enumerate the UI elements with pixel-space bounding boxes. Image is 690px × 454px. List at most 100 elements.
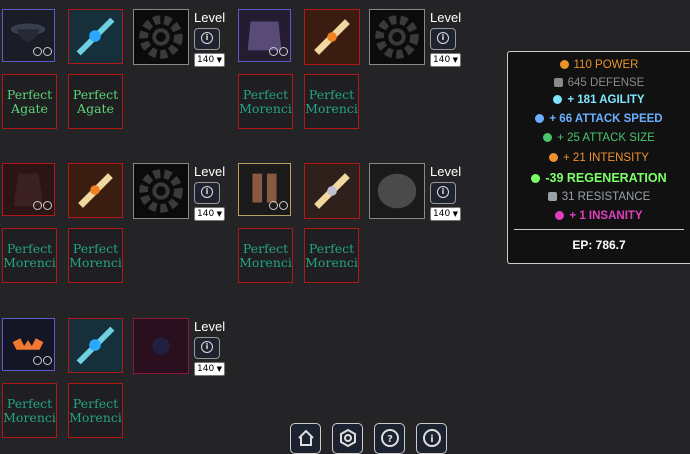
- chevron-down-icon: ▼: [216, 56, 222, 64]
- gem-slot[interactable]: Perfect Morenci: [304, 74, 359, 129]
- enchant-dots: [32, 41, 52, 60]
- level-label: Level: [194, 10, 226, 25]
- info-icon: i: [437, 32, 449, 44]
- stat-insanity: + 1 INSANITY: [508, 210, 690, 222]
- equip-slot-blurred[interactable]: [369, 163, 425, 219]
- equip-slot-boots[interactable]: [238, 163, 291, 216]
- gem-name-line2: Morenci: [239, 254, 292, 270]
- gem-name-line2: Agate: [77, 100, 114, 116]
- nav-settings-button[interactable]: [332, 423, 363, 454]
- blue-scroll-icon: [69, 319, 122, 372]
- info-button[interactable]: i: [430, 28, 456, 50]
- info-icon: i: [201, 341, 213, 353]
- gem-name-line2: Morenci: [3, 409, 56, 425]
- equip-slot-cloak[interactable]: [2, 163, 55, 216]
- info-icon: i: [201, 186, 213, 198]
- chevron-down-icon: ▼: [452, 210, 458, 218]
- blurred-item-icon: [370, 164, 424, 218]
- equip-slot-empty-2[interactable]: [369, 9, 425, 65]
- agility-icon: [553, 95, 563, 104]
- gem-name-line2: Morenci: [3, 254, 56, 270]
- power-icon: [559, 60, 569, 69]
- equip-slot-empty-3[interactable]: [133, 163, 189, 219]
- gem-name-line1: Perfect: [6, 240, 53, 256]
- regeneration-icon: [531, 174, 541, 183]
- level-select[interactable]: 140 ▼: [194, 207, 225, 221]
- nav-home-button[interactable]: [290, 423, 321, 454]
- enchant-dots: [32, 350, 52, 369]
- silver-scroll-icon: [305, 164, 359, 218]
- stat-defense: 645 DEFENSE: [508, 77, 690, 89]
- equip-slot-weapon-4[interactable]: [304, 163, 360, 219]
- gem-slot[interactable]: Perfect Agate: [68, 74, 123, 129]
- info-button[interactable]: i: [194, 182, 220, 204]
- gem-name-line2: Morenci: [69, 254, 122, 270]
- enchant-dots: [32, 195, 52, 214]
- gem-name-line1: Perfect: [6, 395, 53, 411]
- info-button[interactable]: i: [194, 28, 220, 50]
- equip-slot-weapon-1[interactable]: [68, 9, 123, 64]
- gear-icon: [139, 169, 183, 213]
- svg-text:i: i: [430, 434, 433, 445]
- gem-slot[interactable]: Perfect Morenci: [68, 228, 123, 283]
- gem-name-line2: Morenci: [69, 409, 122, 425]
- info-icon: i: [437, 186, 449, 198]
- gem-slot[interactable]: Perfect Morenci: [238, 74, 293, 129]
- chevron-down-icon: ▼: [216, 210, 222, 218]
- equip-slot-helmet[interactable]: [2, 9, 55, 62]
- gem-slot[interactable]: Perfect Morenci: [2, 228, 57, 283]
- gem-name-line1: Perfect: [308, 86, 355, 102]
- resistance-icon: [547, 192, 557, 201]
- equip-slot-weapon-2[interactable]: [304, 9, 360, 65]
- equip-slot-empty-1[interactable]: [133, 9, 189, 65]
- gem-name-line2: Morenci: [305, 254, 358, 270]
- chevron-down-icon: ▼: [452, 56, 458, 64]
- level-label: Level: [430, 164, 462, 179]
- blue-scroll-icon: [69, 10, 122, 63]
- stats-panel: 110 POWER 645 DEFENSE + 181 AGILITY + 66…: [507, 51, 690, 264]
- equip-slot-weapon-5[interactable]: [68, 318, 123, 373]
- level-select[interactable]: 140 ▼: [430, 207, 461, 221]
- stat-regeneration: -39 REGENERATION: [508, 171, 690, 185]
- info-icon: i: [423, 429, 441, 447]
- gem-slot[interactable]: Perfect Morenci: [304, 228, 359, 283]
- gem-name-line1: Perfect: [242, 86, 289, 102]
- level-label: Level: [430, 10, 462, 25]
- gem-name-line1: Perfect: [72, 86, 119, 102]
- level-select[interactable]: 140 ▼: [430, 53, 461, 67]
- gem-name-line1: Perfect: [308, 240, 355, 256]
- level-select[interactable]: 140 ▼: [194, 362, 225, 376]
- level-label: Level: [194, 319, 226, 334]
- enchant-dots: [268, 195, 288, 214]
- equip-slot-accessory[interactable]: [2, 318, 55, 371]
- gem-name-line2: Morenci: [239, 100, 292, 116]
- stat-resistance: 31 RESISTANCE: [508, 191, 690, 203]
- gem-name-line2: Morenci: [305, 100, 358, 116]
- gem-name-line2: Agate: [11, 100, 48, 116]
- equip-slot-chest[interactable]: [238, 9, 291, 62]
- nav-help-button[interactable]: ?: [374, 423, 405, 454]
- attack-size-icon: [543, 133, 553, 142]
- divider: [514, 229, 684, 230]
- gem-slot[interactable]: Perfect Morenci: [2, 383, 57, 438]
- enchant-dots: [268, 41, 288, 60]
- stat-power: 110 POWER: [508, 59, 690, 71]
- stat-attack-size: + 25 ATTACK SIZE: [508, 132, 690, 144]
- nav-info-button[interactable]: i: [416, 423, 447, 454]
- stat-attack-speed: + 66 ATTACK SPEED: [508, 113, 690, 125]
- level-select[interactable]: 140 ▼: [194, 53, 225, 67]
- insanity-icon: [555, 211, 565, 220]
- stat-agility: + 181 AGILITY: [508, 94, 690, 106]
- gem-name-line1: Perfect: [6, 86, 53, 102]
- gem-name-line1: Perfect: [242, 240, 289, 256]
- info-button[interactable]: i: [430, 182, 456, 204]
- defense-icon: [553, 78, 563, 87]
- equip-slot-orb[interactable]: [133, 318, 189, 374]
- info-icon: i: [201, 32, 213, 44]
- info-button[interactable]: i: [194, 337, 220, 359]
- gem-slot[interactable]: Perfect Morenci: [238, 228, 293, 283]
- equip-slot-weapon-3[interactable]: [68, 163, 123, 218]
- attack-speed-icon: [535, 114, 545, 123]
- gem-slot[interactable]: Perfect Morenci: [68, 383, 123, 438]
- gem-slot[interactable]: Perfect Agate: [2, 74, 57, 129]
